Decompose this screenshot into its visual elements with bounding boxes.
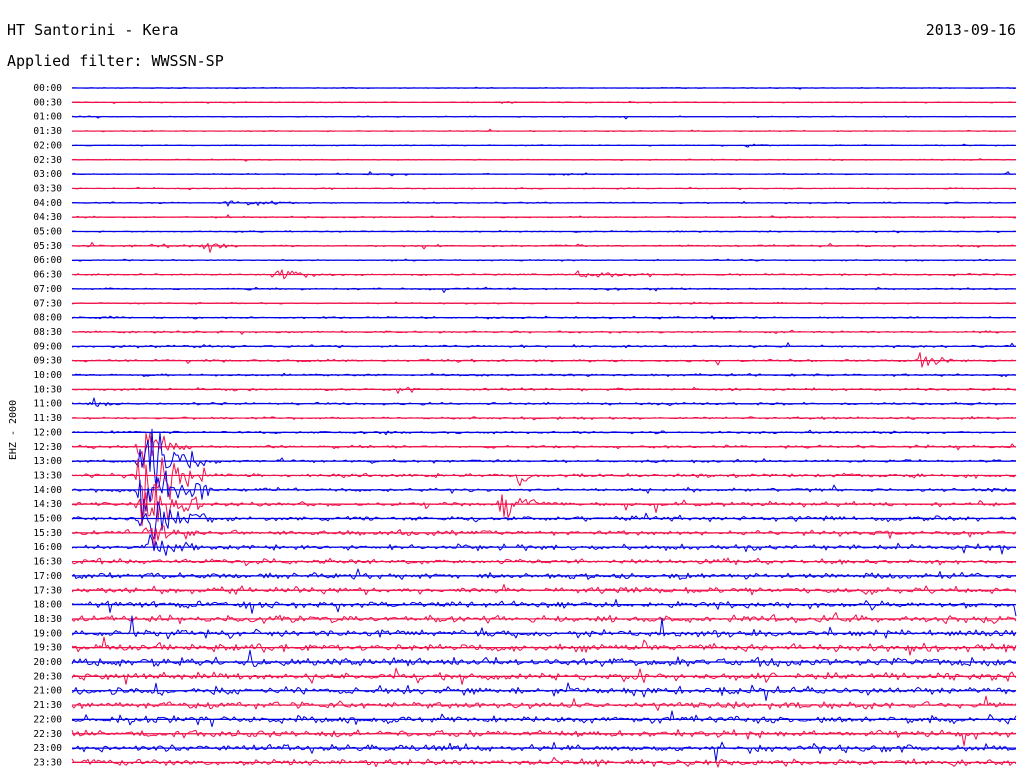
trace-2100 (71, 682, 1017, 702)
row-label-2030: 20:30 (33, 671, 62, 682)
trace-1230 (71, 432, 1017, 469)
row-label-0430: 04:30 (33, 212, 62, 223)
row-label-0200: 02:00 (33, 140, 62, 151)
row-label-1330: 13:30 (33, 470, 62, 481)
trace-0430 (71, 214, 1017, 219)
row-label-2230: 22:30 (33, 729, 62, 740)
row-label-1900: 19:00 (33, 628, 62, 639)
row-label-0330: 03:30 (33, 183, 62, 194)
row-label-1930: 19:30 (33, 643, 62, 654)
row-label-1730: 17:30 (33, 585, 62, 596)
trace-2230 (71, 729, 1017, 747)
row-label-0100: 01:00 (33, 112, 62, 123)
trace-1300 (71, 428, 1017, 489)
trace-1600 (71, 534, 1017, 556)
row-label-2330: 23:30 (33, 757, 62, 768)
row-label-0230: 02:30 (33, 155, 62, 166)
row-label-1830: 18:30 (33, 614, 62, 625)
row-label-0000: 00:00 (33, 83, 62, 94)
trace-2000 (71, 649, 1017, 668)
trace-0930 (71, 352, 1017, 368)
row-label-0530: 05:30 (33, 241, 62, 252)
row-label-1400: 14:00 (33, 485, 62, 496)
row-label-0630: 06:30 (33, 270, 62, 281)
row-label-0030: 00:30 (33, 97, 62, 108)
trace-0530 (71, 241, 1017, 253)
row-label-0900: 09:00 (33, 341, 62, 352)
row-label-1200: 12:00 (33, 427, 62, 438)
row-label-1100: 11:00 (33, 399, 62, 410)
trace-2300 (71, 741, 1017, 762)
traces (71, 86, 1017, 768)
trace-0700 (71, 286, 1017, 294)
row-label-0400: 04:00 (33, 198, 62, 209)
trace-0400 (71, 200, 1017, 207)
row-label-0600: 06:00 (33, 255, 62, 266)
trace-1030 (71, 386, 1017, 394)
row-label-2100: 21:00 (33, 686, 62, 697)
row-label-1130: 11:30 (33, 413, 62, 424)
trace-1730 (71, 583, 1017, 596)
row-label-0130: 01:30 (33, 126, 62, 137)
row-label-1000: 10:00 (33, 370, 62, 381)
trace-2130 (71, 695, 1017, 711)
trace-1700 (71, 568, 1017, 580)
row-label-0500: 05:00 (33, 227, 62, 238)
row-label-0300: 03:00 (33, 169, 62, 180)
row-labels: 00:00 00:30 01:00 01:30 02:00 02:30 03:00 03:30… (33, 83, 62, 768)
row-label-1230: 12:30 (33, 442, 62, 453)
row-label-1030: 10:30 (33, 384, 62, 395)
row-label-1700: 17:00 (33, 571, 62, 582)
row-label-0830: 08:30 (33, 327, 62, 338)
row-label-0800: 08:00 (33, 313, 62, 324)
row-label-1430: 14:30 (33, 499, 62, 510)
seismogram-plot: 00:00 00:30 01:00 01:30 02:00 02:30 03:00 03:30… (33, 83, 1017, 768)
row-label-1800: 18:00 (33, 600, 62, 611)
row-label-1500: 15:00 (33, 514, 62, 525)
trace-1930 (71, 636, 1017, 656)
row-label-2130: 21:30 (33, 700, 62, 711)
row-label-1600: 16:00 (33, 542, 62, 553)
trace-1830 (71, 612, 1017, 625)
trace-1800 (71, 598, 1017, 617)
row-label-0730: 07:30 (33, 298, 62, 309)
row-label-2200: 22:00 (33, 714, 62, 725)
row-label-1630: 16:30 (33, 557, 62, 568)
trace-1100 (71, 397, 1017, 407)
row-label-0930: 09:30 (33, 356, 62, 367)
row-label-2000: 20:00 (33, 657, 62, 668)
row-label-1530: 15:30 (33, 528, 62, 539)
trace-0900 (71, 342, 1017, 349)
trace-1400 (71, 470, 1017, 522)
row-label-1300: 13:00 (33, 456, 62, 467)
row-label-2300: 23:00 (33, 743, 62, 754)
row-label-0700: 07:00 (33, 284, 62, 295)
